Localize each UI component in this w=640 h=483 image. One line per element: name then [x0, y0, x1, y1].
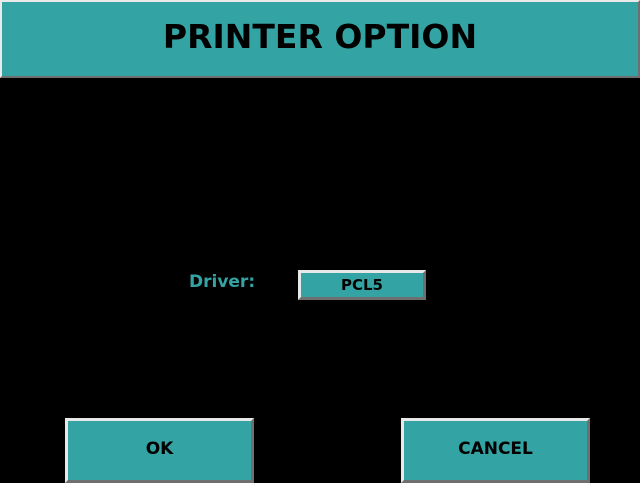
cancel-button[interactable]: CANCEL	[401, 418, 590, 483]
ok-button[interactable]: OK	[65, 418, 254, 483]
printer-option-screen: PRINTER OPTION Driver: PCL5 OK CANCEL	[0, 0, 640, 483]
driver-label: Driver:	[189, 272, 256, 292]
page-title: PRINTER OPTION	[162, 16, 478, 56]
driver-select-button[interactable]: PCL5	[298, 270, 426, 300]
ok-button-label: OK	[145, 438, 174, 459]
driver-value-text: PCL5	[341, 276, 383, 294]
title-bar: PRINTER OPTION	[0, 0, 640, 78]
cancel-button-label: CANCEL	[458, 438, 533, 459]
